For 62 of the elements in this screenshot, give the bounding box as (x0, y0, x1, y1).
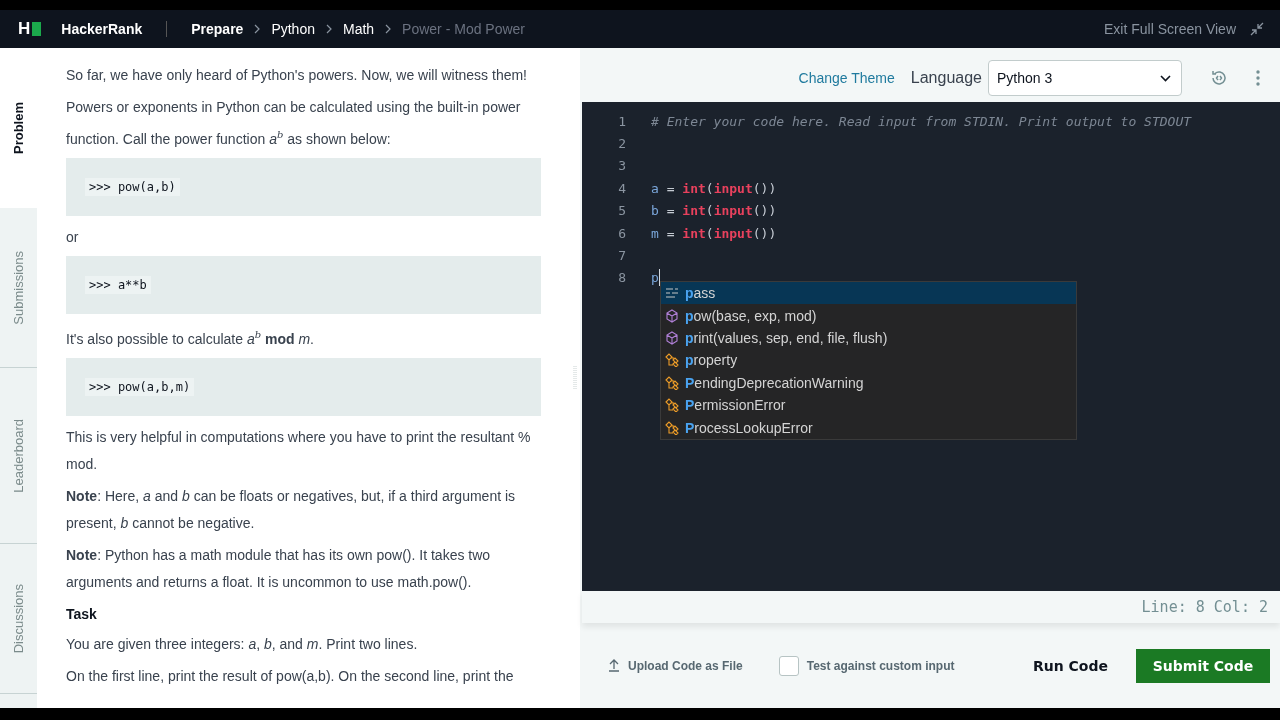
brand-name: HackerRank (61, 21, 143, 37)
change-theme-link[interactable]: Change Theme (798, 70, 895, 86)
code-line: b = int(input()) (651, 203, 777, 219)
suggestion-item[interactable]: property (661, 349, 1076, 372)
class-icon (665, 375, 679, 390)
suggestion-item[interactable]: pow(base, exp, mod) (661, 304, 1076, 327)
line-number: 8 (617, 270, 626, 286)
breadcrumb-link[interactable]: Math (342, 21, 375, 37)
checkbox-label: Test against custom input (806, 658, 955, 673)
cursor-position: Line: 8 Col: 2 (582, 591, 1280, 623)
line-number: 4 (617, 180, 626, 196)
paragraph: You are given three integers: a, b, and m. Print two lines. (66, 636, 418, 653)
cube-icon (665, 308, 679, 323)
paragraph: On the first line, print the result of pow(a,b). On the second line, print the (66, 668, 514, 685)
run-code-button[interactable]: Run Code (1013, 649, 1128, 682)
paragraph: Note: Python has a math module that has its own pow(). It takes two arguments and returns a float. It is uncommon to use math.pow(). (66, 547, 491, 591)
suggestion-item[interactable]: PendingDeprecationWarning (661, 371, 1076, 394)
suggestion-item[interactable]: PermissionError (661, 393, 1076, 417)
line-number: 7 (617, 248, 626, 264)
checkbox[interactable] (778, 655, 799, 676)
paragraph: Powers or exponents in Python can be calculated using the built-in power function. Call the power function a$^{b}$ as shown below: (66, 99, 521, 147)
paragraph: Note: Here, a and b can be floats or negatives, but, if a third argument is present, b cannot be negative. (66, 488, 516, 532)
submit-code-button[interactable]: Submit Code (1136, 648, 1270, 683)
paragraph: So far, we have only heard of Python's powers. Now, we will witness them! (66, 67, 527, 83)
line-number: 6 (617, 225, 626, 241)
breadcrumb-link[interactable]: Prepare (191, 21, 244, 37)
code-snippet: >>> a**b (85, 275, 151, 294)
class-icon (665, 398, 679, 413)
suggestion-item[interactable]: print(values, sep, end, file, flush) (661, 326, 1076, 350)
cube-icon (665, 330, 679, 345)
code-snippet: >>> pow(a,b,m) (85, 378, 195, 397)
class-icon (665, 353, 679, 368)
suggestion-item[interactable]: ProcessLookupError (661, 416, 1076, 439)
logo[interactable]: H (18, 19, 42, 39)
paragraph: or (66, 228, 79, 245)
side-tab[interactable]: Problem (11, 102, 26, 154)
chevron-down-icon (1160, 74, 1171, 82)
code-line: a = int(input()) (651, 180, 777, 196)
code-line: m = int(input()) (651, 225, 777, 241)
code-line: # Enter your code here. Read input from STDIN. Print output to STDOUT (651, 113, 1192, 129)
more-icon[interactable] (1256, 70, 1260, 86)
code-editor[interactable] (582, 102, 1280, 591)
language-select[interactable]: Python 3 (988, 60, 1182, 96)
upload-link[interactable]: Upload Code as File (608, 658, 743, 673)
section-heading: Task (66, 605, 98, 625)
minimize-icon[interactable] (1250, 22, 1264, 36)
line-number: 3 (617, 158, 626, 174)
code-line: p (651, 270, 659, 286)
line-number: 1 (617, 113, 626, 129)
line-number: 2 (617, 136, 626, 152)
line-number: 5 (617, 203, 626, 219)
exit-fullscreen-link[interactable]: Exit Full Screen View (1104, 21, 1236, 37)
language-label: Language (910, 69, 982, 87)
history-icon[interactable] (1210, 69, 1228, 87)
paragraph: This is very helpful in computations where you have to print the resultant % mod. (66, 429, 531, 473)
upload-icon (608, 659, 620, 672)
code-snippet: >>> pow(a,b) (85, 177, 180, 196)
paragraph: It's also possible to calculate a$^{b}$ mod m. (66, 331, 314, 348)
keyword-icon (665, 287, 679, 300)
suggestion-item[interactable]: pass (661, 282, 1076, 305)
class-icon (665, 420, 679, 435)
breadcrumb-link[interactable]: Python (271, 21, 315, 37)
